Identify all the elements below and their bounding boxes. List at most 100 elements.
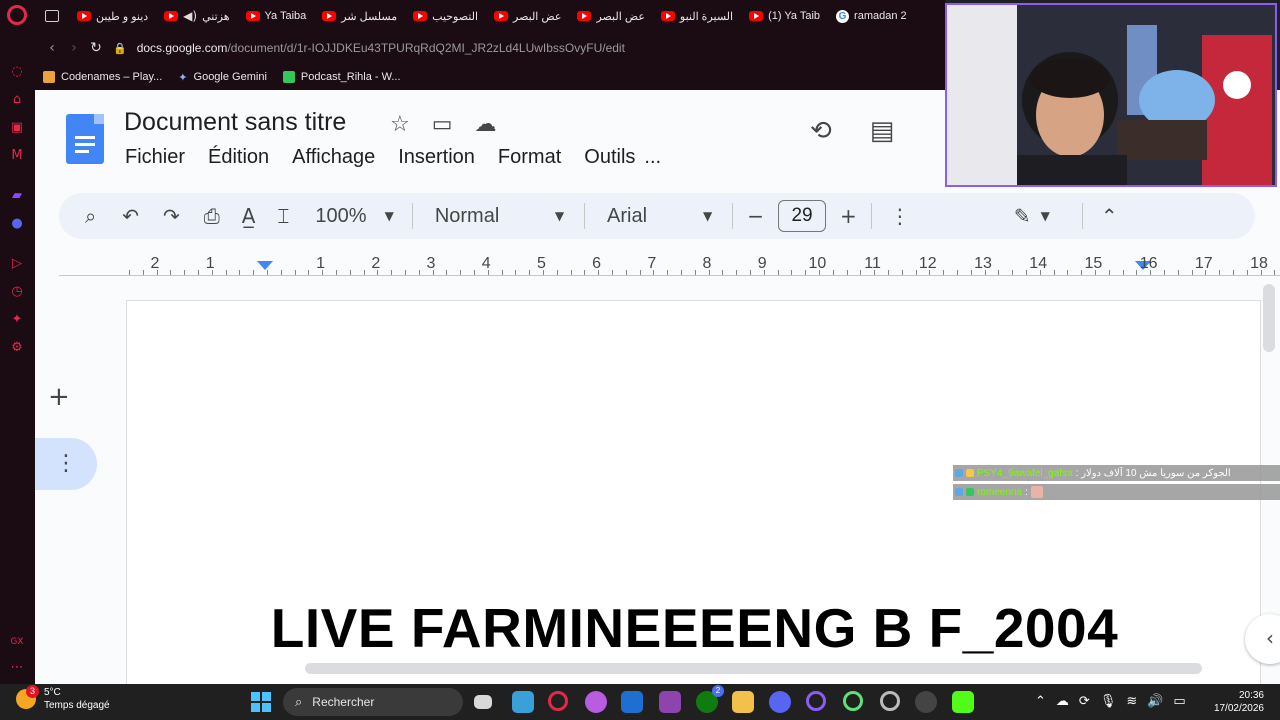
opera-gx-icon[interactable] <box>806 691 826 711</box>
print-icon[interactable]: ⎙ <box>204 204 220 228</box>
workspaces-icon[interactable]: ⌂ <box>9 92 25 108</box>
tab-7[interactable]: السيرة النبو <box>653 0 741 32</box>
hide-menus-icon[interactable]: ⌃ <box>1101 204 1118 228</box>
tab-1[interactable]: ◀) هزتني <box>156 0 237 32</box>
battery-icon[interactable]: ▭ <box>1173 694 1185 709</box>
reload-icon[interactable]: ↻ <box>85 40 107 56</box>
speaker-icon[interactable]: ◀) <box>183 9 197 23</box>
twitch-icon[interactable]: ▰ <box>9 188 25 204</box>
increase-font-icon[interactable]: + <box>840 204 857 228</box>
left-indent-marker[interactable] <box>257 261 273 270</box>
music-icon[interactable]: ▷ <box>9 256 25 272</box>
gx-icon[interactable]: GX <box>9 634 25 650</box>
instagram-app-icon[interactable] <box>659 691 681 713</box>
start-windows-icon[interactable] <box>251 692 271 712</box>
spellcheck-icon[interactable]: A̲ <box>242 204 256 228</box>
streamlabs-app-icon[interactable] <box>952 691 974 713</box>
add-tab-icon[interactable]: + <box>48 382 70 412</box>
tab-overview-icon[interactable] <box>45 10 59 22</box>
editing-chevron-down-icon[interactable]: ▼ <box>1041 209 1050 223</box>
search-menus-icon[interactable]: ⌕ <box>85 204 96 228</box>
font-select[interactable]: Arial <box>607 205 703 228</box>
forward-icon[interactable]: › <box>63 40 85 56</box>
menu-view[interactable]: Affichage <box>292 146 375 169</box>
undo-icon[interactable]: ↶ <box>122 204 139 228</box>
move-folder-icon[interactable]: ▭ <box>432 112 453 137</box>
onedrive-icon[interactable]: ☁ <box>1056 694 1069 709</box>
photos-app-icon[interactable] <box>512 691 534 713</box>
mail-icon[interactable]: M <box>9 148 25 164</box>
tab-9[interactable]: Gramadan 2 <box>828 0 915 32</box>
ruler[interactable]: 2 1 1 2 3 4 5 6 7 8 9 10 11 12 13 14 15 16 17 18 <box>59 252 1280 276</box>
tab-2[interactable]: Ya Taiba <box>238 0 315 32</box>
opera-logo-icon[interactable] <box>7 5 27 25</box>
microphone-icon[interactable]: 🎙 <box>1100 694 1117 709</box>
document-headline[interactable]: LIVE FARMINEEEENG B F_2004 <box>127 596 1262 660</box>
editing-mode-icon[interactable]: ✎ <box>1014 204 1031 228</box>
comments-icon[interactable]: ▤ <box>870 116 895 146</box>
tab-8[interactable]: (1) Ya Taib <box>741 0 828 32</box>
star-icon[interactable]: ☆ <box>390 112 410 137</box>
bookmark-gemini[interactable]: ✦ Google Gemini <box>178 71 267 84</box>
font-size-input[interactable]: 29 <box>778 200 827 232</box>
back-icon[interactable]: ‹ <box>41 40 63 56</box>
ruler-tick <box>819 270 820 275</box>
version-history-icon[interactable]: ⟲ <box>810 116 832 146</box>
obs-app-icon[interactable] <box>915 691 937 713</box>
document-title[interactable]: Document sans titre <box>124 108 346 137</box>
lock-icon[interactable]: 🔒 <box>113 42 127 55</box>
menu-insert[interactable]: Insertion <box>398 146 475 169</box>
file-explorer-icon[interactable] <box>732 691 754 713</box>
aria-icon[interactable]: ◌ <box>9 64 25 80</box>
clock[interactable]: 20:36 17/02/2026 <box>1208 689 1264 715</box>
opera-air-icon[interactable] <box>843 691 863 711</box>
bookmark-podcast[interactable]: Podcast_Rihla - W... <box>282 71 401 83</box>
zoom-chevron-down-icon[interactable]: ▼ <box>385 209 394 223</box>
store-app-icon[interactable] <box>621 691 643 713</box>
font-chevron-down-icon[interactable]: ▼ <box>703 209 712 223</box>
style-chevron-down-icon[interactable]: ▼ <box>555 209 564 223</box>
more-options-icon[interactable]: ⋮ <box>890 204 910 228</box>
task-view-icon[interactable] <box>474 695 492 709</box>
url-field[interactable]: docs.google.com/document/d/1r-IOJJDKEu43… <box>137 41 625 55</box>
wifi-icon[interactable]: ≋ <box>1126 694 1137 709</box>
tray-chevron-up-icon[interactable]: ⌃ <box>1035 694 1046 709</box>
tab-0[interactable]: دينو و طيبن <box>69 0 156 32</box>
horizontal-scrollbar[interactable] <box>305 663 1202 674</box>
tab-6[interactable]: عض البصر <box>569 0 652 32</box>
sync-icon[interactable]: ⟳ <box>1079 694 1090 709</box>
menu-format[interactable]: Format <box>498 146 561 169</box>
tab-4[interactable]: التصوحيب <box>405 0 486 32</box>
xbox-app-icon[interactable]: 2 <box>696 685 724 713</box>
extensions-icon[interactable]: ✦ <box>9 312 25 328</box>
zoom-select[interactable]: 100% <box>315 205 366 228</box>
browser-app-icon[interactable] <box>880 691 900 711</box>
vertical-scrollbar[interactable] <box>1263 284 1275 352</box>
bookmark-codenames[interactable]: Codenames – Play... <box>43 71 162 83</box>
redo-icon[interactable]: ↷ <box>163 204 180 228</box>
weather-widget[interactable]: 3 5°C Temps dégagé <box>16 685 110 712</box>
menu-tools[interactable]: Outils <box>584 146 635 169</box>
document-tabs-more-icon[interactable]: ⋮ <box>35 438 97 490</box>
menu-file[interactable]: Fichier <box>125 146 185 169</box>
cloud-saved-icon[interactable]: ☁ <box>475 112 497 137</box>
volume-icon[interactable]: 🔊 <box>1147 694 1163 709</box>
player-icon[interactable]: ▣ <box>9 120 25 136</box>
discord-icon[interactable]: ● <box>9 216 25 232</box>
menu-edit[interactable]: Édition <box>208 146 269 169</box>
menu-more[interactable]: ... <box>644 146 661 169</box>
opera-app-icon[interactable] <box>548 691 568 711</box>
docs-logo-icon[interactable] <box>66 114 104 164</box>
style-select[interactable]: Normal <box>435 205 555 228</box>
tab-5[interactable]: عض البصر <box>486 0 569 32</box>
copilot-app-icon[interactable] <box>585 691 607 713</box>
divider <box>870 203 872 229</box>
taskbar-search[interactable]: ⌕ Rechercher <box>283 688 463 716</box>
tab-3[interactable]: مسلسل شر <box>314 0 405 32</box>
more-icon[interactable]: ⋯ <box>9 660 25 676</box>
decrease-font-icon[interactable]: − <box>747 204 764 228</box>
history-icon[interactable]: ◷ <box>9 284 25 300</box>
paint-format-icon[interactable]: ⌶ <box>277 204 289 228</box>
discord-app-icon[interactable] <box>769 691 791 713</box>
settings-icon[interactable]: ⚙ <box>9 340 25 356</box>
